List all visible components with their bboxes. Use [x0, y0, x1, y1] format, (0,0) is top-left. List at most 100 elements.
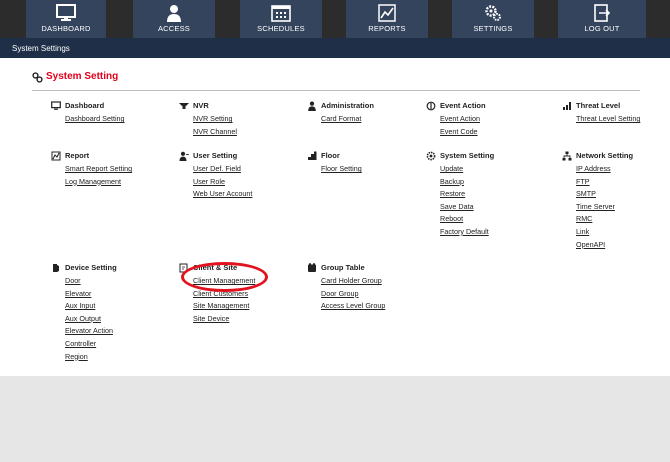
gear-icon — [426, 151, 436, 161]
nav-settings-label: SETTINGS — [473, 24, 513, 33]
section-network-setting: Network Setting IP Address FTP SMTP Time… — [562, 150, 633, 252]
link-card-holder-group[interactable]: Card Holder Group — [321, 275, 385, 288]
link-nvr-channel[interactable]: NVR Channel — [193, 126, 237, 139]
section-user-setting: User Setting User Def. Field User Role W… — [179, 150, 252, 201]
gears-icon — [485, 5, 501, 21]
link-door-group[interactable]: Door Group — [321, 288, 385, 301]
nav-reports-label: REPORTS — [368, 24, 406, 33]
breadcrumb-title: System Settings — [12, 44, 70, 53]
section-title: Group Table — [321, 263, 365, 272]
nav-access[interactable]: ACCESS — [133, 0, 215, 38]
link-link[interactable]: Link — [576, 226, 615, 239]
report-icon — [51, 151, 61, 161]
section-title: Administration — [321, 101, 374, 110]
person-icon — [308, 101, 316, 111]
calendar-icon — [271, 5, 291, 22]
section-title: Device Setting — [65, 263, 117, 272]
link-client-management[interactable]: Client Management — [193, 275, 255, 288]
nav-logout-label: LOG OUT — [584, 24, 620, 33]
section-group-table: Group Table Card Holder Group Door Group… — [307, 262, 385, 313]
link-openapi[interactable]: OpenAPI — [576, 239, 615, 252]
section-title: Floor — [321, 151, 340, 160]
link-time-server[interactable]: Time Server — [576, 201, 615, 214]
link-smart-report-setting[interactable]: Smart Report Setting — [65, 163, 132, 176]
link-user-role[interactable]: User Role — [193, 176, 252, 189]
link-threat-level-setting[interactable]: Threat Level Setting — [576, 113, 640, 126]
link-site-management[interactable]: Site Management — [193, 300, 255, 313]
link-controller[interactable]: Controller — [65, 338, 113, 351]
link-aux-input[interactable]: Aux Input — [65, 300, 113, 313]
nav-reports[interactable]: REPORTS — [346, 0, 428, 38]
link-nvr-setting[interactable]: NVR Setting — [193, 113, 237, 126]
title-divider — [32, 90, 640, 91]
section-title: System Setting — [440, 151, 495, 160]
link-reboot[interactable]: Reboot — [440, 213, 489, 226]
link-aux-output[interactable]: Aux Output — [65, 313, 113, 326]
nav-schedules-label: SCHEDULES — [257, 24, 305, 33]
page-footer-area — [0, 376, 670, 462]
link-user-def-field[interactable]: User Def. Field — [193, 163, 252, 176]
section-administration: Administration Card Format — [307, 100, 374, 126]
chart-icon — [378, 4, 396, 22]
floor-icon — [308, 151, 317, 160]
link-smtp[interactable]: SMTP — [576, 188, 615, 201]
section-title: Dashboard — [65, 101, 105, 110]
link-update[interactable]: Update — [440, 163, 489, 176]
link-dashboard-setting[interactable]: Dashboard Setting — [65, 113, 125, 126]
monitor-icon — [51, 101, 61, 110]
section-title: Client & Site — [193, 263, 238, 272]
link-access-level-group[interactable]: Access Level Group — [321, 300, 385, 313]
section-title: Report — [65, 151, 90, 160]
section-dashboard: Dashboard Dashboard Setting — [51, 100, 125, 126]
nav-dashboard[interactable]: DASHBOARD — [26, 0, 106, 38]
section-title: Threat Level — [576, 101, 621, 110]
link-icon — [32, 72, 43, 83]
event-icon — [426, 101, 436, 111]
link-ftp[interactable]: FTP — [576, 176, 615, 189]
link-site-device[interactable]: Site Device — [193, 313, 255, 326]
link-event-action[interactable]: Event Action — [440, 113, 480, 126]
section-system-setting: System Setting Update Backup Restore Sav… — [426, 150, 494, 239]
link-log-management[interactable]: Log Management — [65, 176, 132, 189]
nav-logout[interactable]: LOG OUT — [558, 0, 646, 38]
page-title-text: System Setting — [46, 71, 119, 82]
group-icon — [308, 263, 316, 272]
client-icon — [179, 263, 188, 273]
section-report: Report Smart Report Setting Log Manageme… — [51, 150, 132, 188]
user-icon — [179, 151, 189, 161]
link-client-customers[interactable]: Client Customers — [193, 288, 255, 301]
page-title: System Setting — [32, 71, 119, 83]
section-nvr: NVR NVR Setting NVR Channel — [179, 100, 237, 138]
monitor-icon — [56, 4, 76, 21]
link-card-format[interactable]: Card Format — [321, 113, 361, 126]
section-title: NVR — [193, 101, 209, 110]
link-rmc[interactable]: RMC — [576, 213, 615, 226]
section-event-action: Event Action Event Action Event Code — [426, 100, 486, 139]
logout-icon — [594, 4, 611, 22]
link-ip-address[interactable]: IP Address — [576, 163, 615, 176]
camera-icon — [179, 103, 189, 109]
section-title: Network Setting — [576, 151, 634, 160]
section-threat-level: Threat Level Threat Level Setting — [562, 100, 640, 126]
link-door[interactable]: Door — [65, 275, 113, 288]
section-client-site: Client & Site Client Management Client C… — [179, 262, 255, 325]
section-floor: Floor Floor Setting — [307, 150, 362, 176]
link-factory-default[interactable]: Factory Default — [440, 226, 489, 239]
link-event-code[interactable]: Event Code — [440, 126, 480, 139]
section-title: Event Action — [440, 101, 486, 110]
nav-schedules[interactable]: SCHEDULES — [240, 0, 322, 38]
link-elevator[interactable]: Elevator — [65, 288, 113, 301]
nav-dashboard-label: DASHBOARD — [41, 24, 91, 33]
link-restore[interactable]: Restore — [440, 188, 489, 201]
link-elevator-action[interactable]: Elevator Action — [65, 325, 113, 338]
link-region[interactable]: Region — [65, 351, 113, 364]
link-save-data[interactable]: Save Data — [440, 201, 489, 214]
link-backup[interactable]: Backup — [440, 176, 489, 189]
settings-panel: System Setting Dashboard Dashboard Setti… — [0, 58, 670, 376]
nav-settings[interactable]: SETTINGS — [452, 0, 534, 38]
top-navigation: DASHBOARD ACCESS SCHEDULES REPORTS SETTI… — [0, 0, 670, 38]
section-title: User Setting — [193, 151, 238, 160]
person-icon — [167, 5, 181, 22]
link-floor-setting[interactable]: Floor Setting — [321, 163, 362, 176]
link-web-user-account[interactable]: Web User Account — [193, 188, 252, 201]
